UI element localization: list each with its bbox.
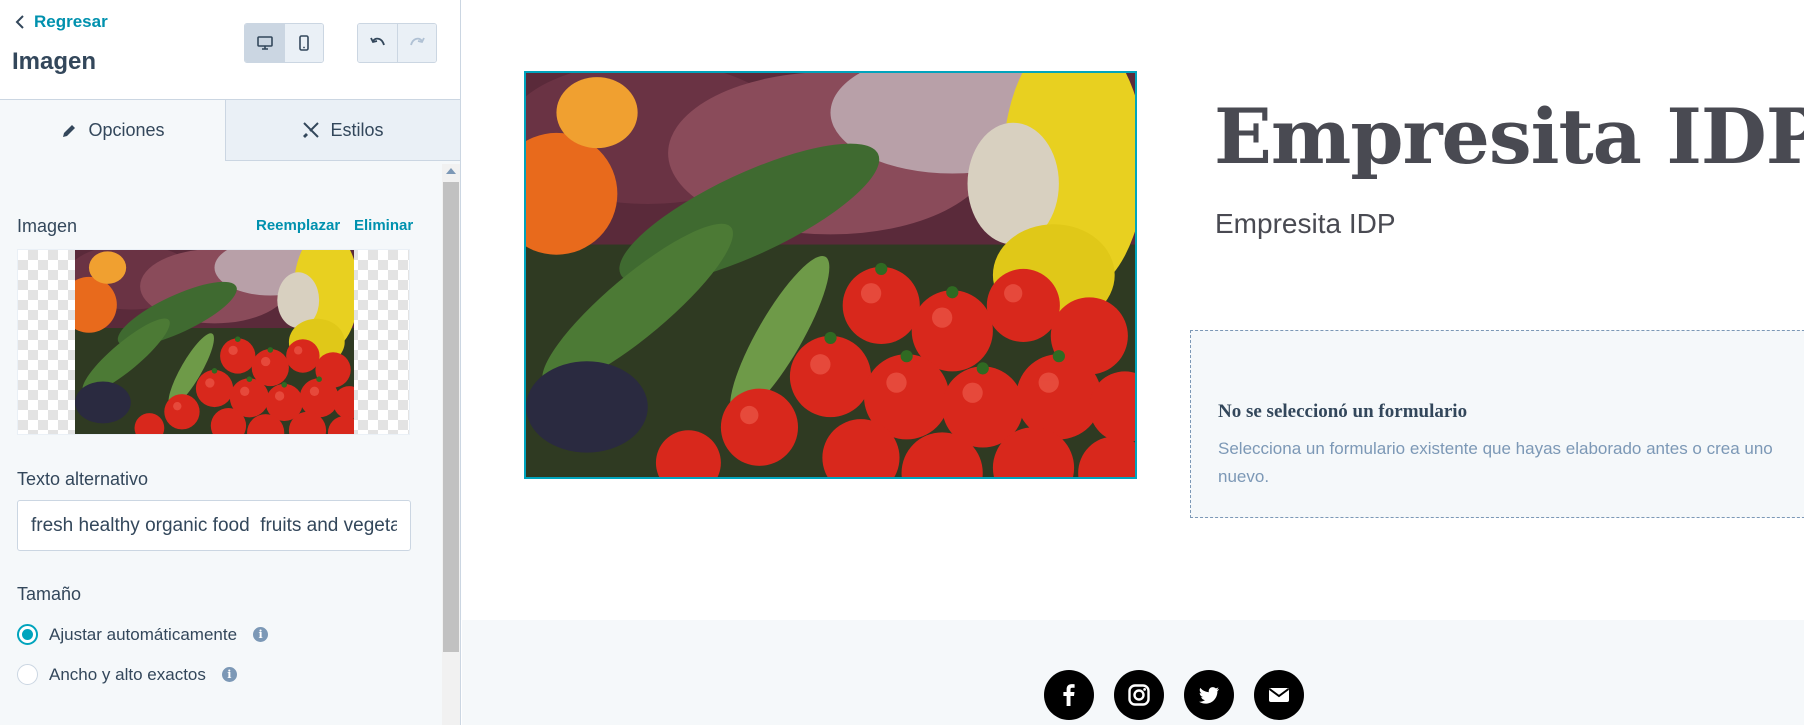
scroll-thumb[interactable] [443, 182, 459, 652]
facebook-icon[interactable] [1044, 670, 1094, 720]
tab-options[interactable]: Opciones [0, 100, 225, 161]
size-option-auto[interactable]: Ajustar automáticamente i [17, 624, 269, 645]
brush-icon [303, 122, 320, 138]
undo-button[interactable] [358, 24, 397, 62]
device-toggle [244, 23, 324, 63]
sidebar-header: Regresar Imagen [0, 0, 460, 100]
editor-sidebar: Regresar Imagen Opciones Estilos Imagen … [0, 0, 461, 725]
form-placeholder[interactable]: No se seleccionó un formulario Seleccion… [1190, 330, 1804, 518]
replace-image-link[interactable]: Reemplazar [256, 217, 340, 234]
history-controls [357, 23, 437, 63]
image-field-label: Imagen [17, 216, 78, 236]
email-icon[interactable] [1254, 670, 1304, 720]
size-option-auto-label: Ajustar automáticamente [49, 624, 238, 644]
scroll-up-arrow-icon[interactable] [446, 168, 456, 174]
desktop-view-button[interactable] [245, 24, 284, 62]
page-editor: Regresar Imagen Opciones Estilos Imagen … [0, 0, 1804, 725]
chevron-left-icon [15, 15, 24, 29]
panel-title: Imagen [12, 48, 97, 75]
panel-tabs: Opciones Estilos [0, 100, 460, 161]
mobile-icon [299, 35, 309, 51]
form-placeholder-title: No se seleccionó un formulario [1218, 401, 1468, 422]
radio-exact[interactable] [17, 664, 38, 685]
radio-auto[interactable] [17, 624, 38, 645]
form-placeholder-description: Selecciona un formulario existente que h… [1218, 439, 1773, 486]
redo-button[interactable] [397, 24, 436, 62]
twitter-icon[interactable] [1184, 670, 1234, 720]
hero-title[interactable]: Empresita IDP [1214, 92, 1804, 181]
image-thumbnail-frame[interactable] [17, 249, 410, 435]
hero-image-module[interactable] [524, 71, 1137, 479]
info-icon[interactable]: i [253, 627, 269, 642]
info-icon[interactable]: i [221, 667, 237, 682]
instagram-icon[interactable] [1114, 670, 1164, 720]
size-option-exact[interactable]: Ancho y alto exactos i [17, 664, 237, 685]
tab-styles[interactable]: Estilos [225, 100, 460, 161]
panel-scrollbar[interactable] [442, 164, 460, 725]
back-link[interactable]: Regresar [14, 12, 108, 32]
alt-text-input[interactable] [17, 500, 411, 551]
alt-text-label: Texto alternativo [17, 469, 149, 489]
remove-image-link[interactable]: Eliminar [354, 217, 413, 234]
mobile-view-button[interactable] [284, 24, 323, 62]
back-label: Regresar [34, 12, 108, 31]
size-option-exact-label: Ancho y alto exactos [49, 664, 206, 684]
page-preview: Empresita IDP Empresita IDP No se selecc… [462, 0, 1804, 725]
undo-icon [369, 37, 385, 46]
desktop-icon [256, 36, 273, 50]
image-thumbnail [75, 250, 354, 434]
produce-image [526, 73, 1135, 477]
tab-styles-label: Estilos [330, 119, 384, 140]
size-label: Tamaño [17, 584, 82, 604]
tab-options-label: Opciones [88, 120, 165, 140]
pencil-icon [63, 124, 76, 137]
redo-icon [410, 37, 425, 46]
hero-subtitle[interactable]: Empresita IDP [1215, 208, 1396, 240]
